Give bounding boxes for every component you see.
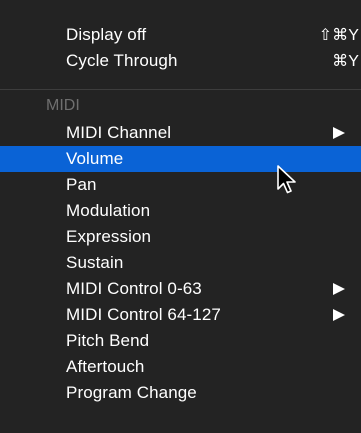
menu-item-label: Pitch Bend	[66, 331, 150, 350]
menu-item-label: MIDI Control 64-127	[66, 305, 221, 324]
menu-item-cycle-through[interactable]: Cycle Through ⌘Y	[0, 48, 361, 74]
menu-item-label: Volume	[66, 149, 124, 168]
menu-item-midi-control-64-127[interactable]: MIDI Control 64-127	[0, 302, 361, 328]
section-header-midi: MIDI	[46, 97, 80, 114]
context-menu: Display off ⇧⌘Y Cycle Through ⌘Y MIDI MI…	[0, 0, 361, 433]
menu-item-label: MIDI Control 0-63	[66, 279, 202, 298]
menu-separator	[0, 89, 361, 90]
submenu-arrow-icon	[333, 127, 345, 139]
menu-item-sustain[interactable]: Sustain	[0, 250, 361, 276]
menu-item-label: Aftertouch	[66, 357, 145, 376]
menu-item-modulation[interactable]: Modulation	[0, 198, 361, 224]
menu-item-pan[interactable]: Pan	[0, 172, 361, 198]
menu-item-aftertouch[interactable]: Aftertouch	[0, 354, 361, 380]
menu-item-volume[interactable]: Volume	[0, 146, 361, 172]
menu-item-midi-channel[interactable]: MIDI Channel	[0, 120, 361, 146]
menu-item-program-change[interactable]: Program Change	[0, 380, 361, 406]
menu-item-label: Expression	[66, 227, 152, 246]
menu-item-label: Program Change	[66, 383, 197, 402]
menu-item-pitch-bend[interactable]: Pitch Bend	[0, 328, 361, 354]
menu-item-label: Sustain	[66, 253, 124, 272]
keyboard-shortcut: ⇧⌘Y	[318, 27, 359, 44]
menu-item-midi-control-0-63[interactable]: MIDI Control 0-63	[0, 276, 361, 302]
submenu-arrow-icon	[333, 283, 345, 295]
menu-item-label: Modulation	[66, 201, 151, 220]
mouse-pointer-icon	[277, 165, 296, 194]
keyboard-shortcut: ⌘Y	[332, 53, 359, 70]
menu-item-expression[interactable]: Expression	[0, 224, 361, 250]
menu-item-label: MIDI Channel	[66, 123, 172, 142]
menu-item-label: Cycle Through	[66, 51, 178, 70]
menu-item-label: Pan	[66, 175, 97, 194]
menu-item-label: Display off	[66, 25, 147, 44]
submenu-arrow-icon	[333, 309, 345, 321]
menu-item-display-off[interactable]: Display off ⇧⌘Y	[0, 22, 361, 48]
